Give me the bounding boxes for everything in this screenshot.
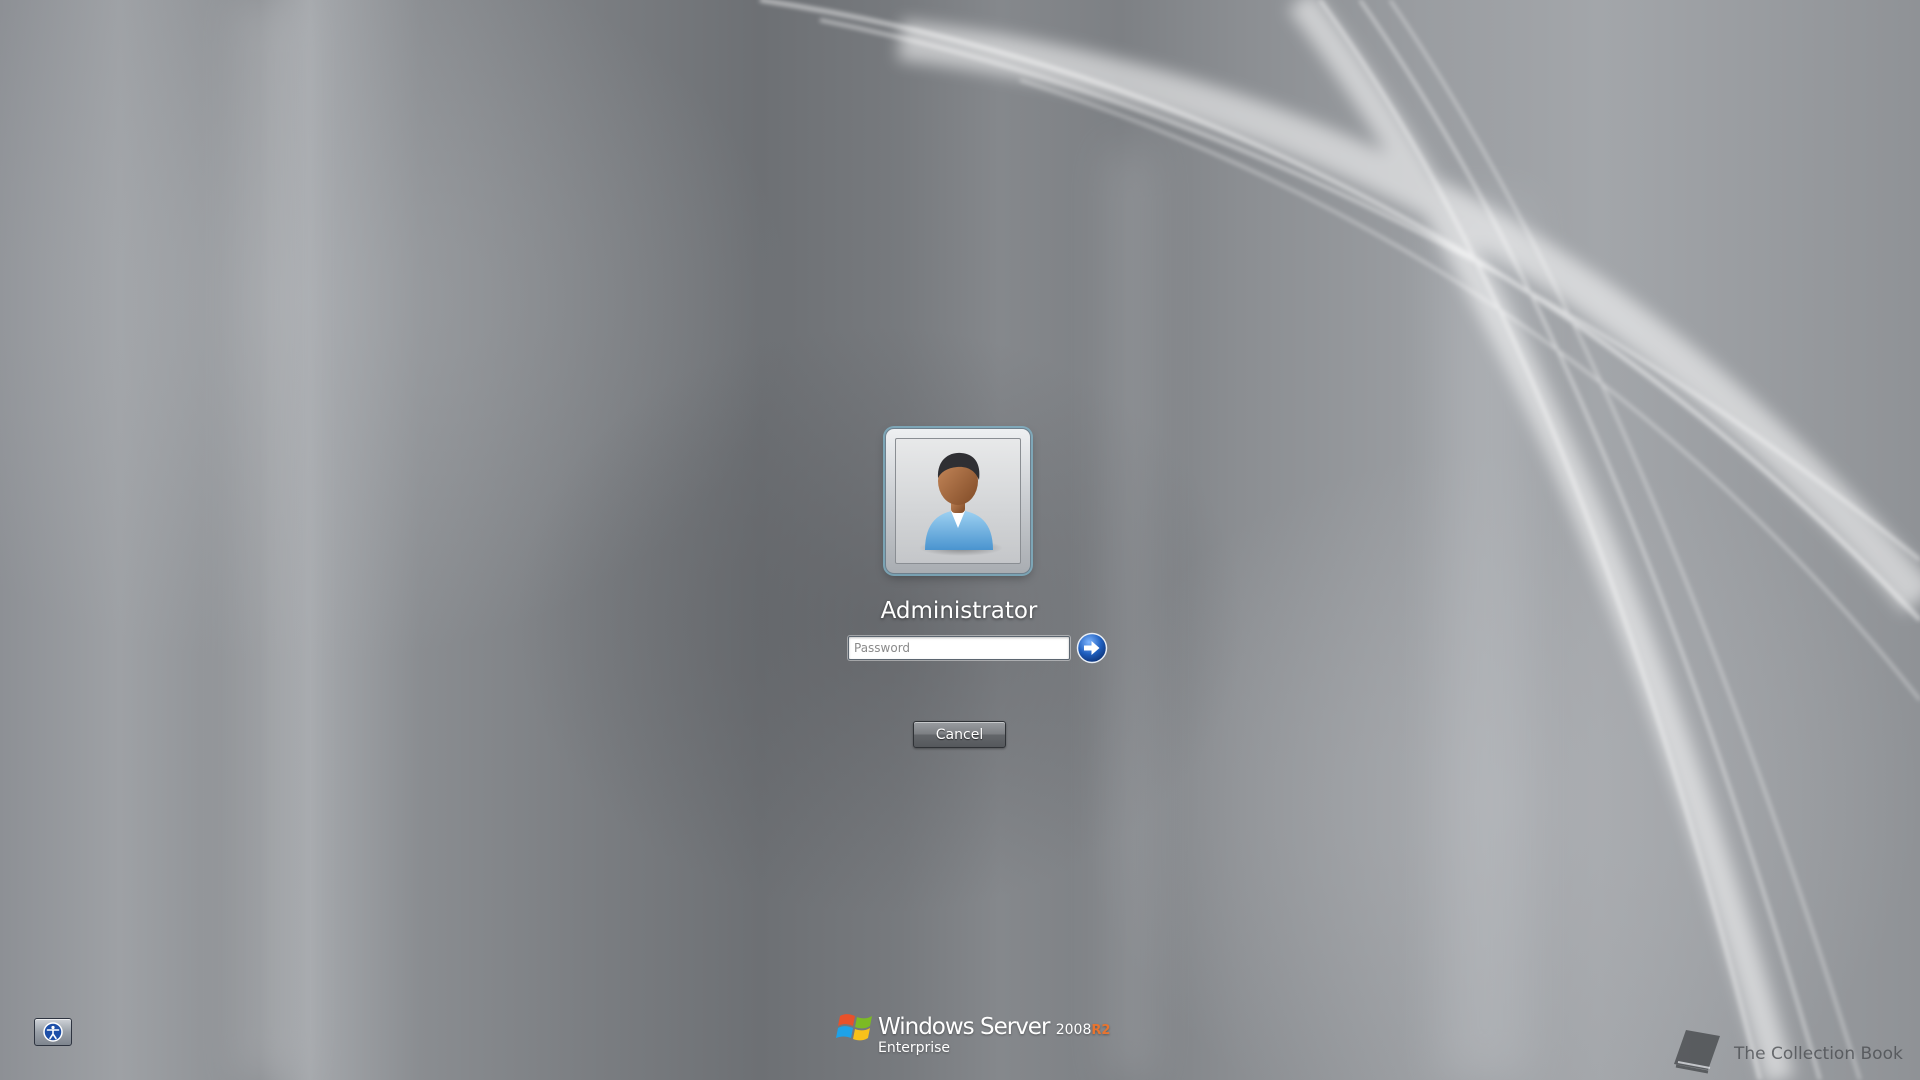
brand-edition: Enterprise [878,1040,951,1056]
brand-windows: Windows [878,1014,975,1040]
windows-server-logo: Windows Server 2008R2 Enterprise [836,1004,1110,1064]
username-label: Administrator [880,598,1038,624]
brand-release: R2 [1091,1023,1111,1038]
password-field[interactable] [848,636,1070,660]
book-icon [1674,1030,1720,1074]
ease-of-access-icon [43,1022,63,1042]
watermark-text: The Collection Book [1734,1044,1903,1064]
brand-version: 2008 [1055,1022,1092,1038]
submit-arrow-button[interactable] [1076,632,1108,664]
user-tile[interactable] [886,429,1030,573]
brand-server: Server [979,1014,1050,1040]
cancel-button[interactable]: Cancel [913,721,1006,748]
windows-flag-icon [836,1014,872,1041]
ease-of-access-button[interactable] [34,1018,72,1046]
watermark: The Collection Book [1664,1026,1904,1076]
arrow-right-icon [1076,632,1108,664]
user-avatar-icon [895,438,1021,564]
